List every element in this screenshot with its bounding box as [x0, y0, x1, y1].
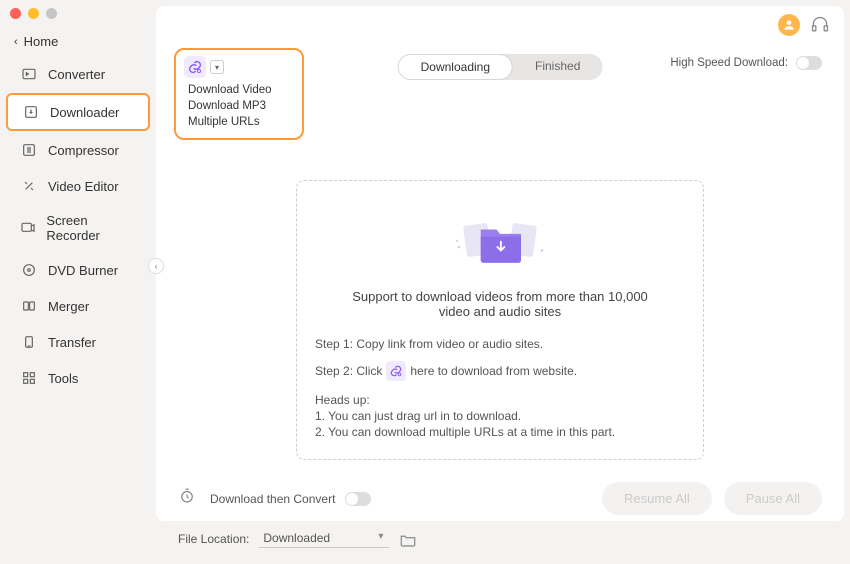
minimize-window-button[interactable]: [28, 8, 39, 19]
step-1-text: Step 1: Copy link from video or audio si…: [315, 337, 685, 351]
sidebar-item-compressor[interactable]: Compressor: [6, 133, 150, 167]
high-speed-download-row: High Speed Download:: [670, 56, 822, 70]
file-location-select[interactable]: Downloaded: [259, 529, 389, 548]
video-editor-icon: [20, 177, 38, 195]
file-location-label: File Location:: [178, 532, 249, 546]
nav-label: Merger: [48, 299, 89, 314]
hsd-label: High Speed Download:: [670, 57, 788, 69]
transfer-icon: [20, 333, 38, 351]
dtc-label: Download then Convert: [210, 492, 335, 506]
folder-illustration: [315, 205, 685, 275]
dropdown-item-download-video[interactable]: Download Video: [184, 82, 294, 98]
sidebar-item-tools[interactable]: Tools: [6, 361, 150, 395]
nav-label: Downloader: [50, 105, 119, 120]
sidebar-item-dvd-burner[interactable]: DVD Burner: [6, 253, 150, 287]
download-then-convert-row: Download then Convert: [210, 492, 371, 506]
tools-icon: [20, 369, 38, 387]
main-panel: ▾ Download Video Download MP3 Multiple U…: [156, 6, 844, 521]
nav-label: Video Editor: [48, 179, 119, 194]
nav-label: DVD Burner: [48, 263, 118, 278]
maximize-window-button[interactable]: [46, 8, 57, 19]
file-location-row: File Location: Downloaded: [178, 529, 822, 548]
step-2-row: Step 2: Click here to download from webs…: [315, 361, 685, 381]
sidebar-collapse-button[interactable]: ‹: [148, 258, 164, 274]
sidebar: ‹ Home Converter Downloader Compressor V…: [0, 0, 156, 527]
high-speed-toggle[interactable]: [796, 56, 822, 70]
dropdown-item-download-mp3[interactable]: Download MP3: [184, 98, 294, 114]
footer: Download then Convert Resume All Pause A…: [156, 470, 844, 564]
sidebar-item-video-editor[interactable]: Video Editor: [6, 169, 150, 203]
merger-icon: [20, 297, 38, 315]
download-dropdown: ▾ Download Video Download MP3 Multiple U…: [174, 48, 304, 140]
note-2: 2. You can download multiple URLs at a t…: [315, 425, 685, 439]
nav-label: Transfer: [48, 335, 96, 350]
home-label: Home: [24, 34, 59, 49]
timer-icon[interactable]: [178, 487, 196, 510]
dtc-toggle[interactable]: [345, 492, 371, 506]
support-text: Support to download videos from more tha…: [315, 289, 685, 319]
close-window-button[interactable]: [10, 8, 21, 19]
sidebar-item-downloader[interactable]: Downloader: [6, 93, 150, 131]
resume-all-button[interactable]: Resume All: [602, 482, 712, 515]
topbar: [156, 6, 844, 44]
note-1: 1. You can just drag url in to download.: [315, 409, 685, 423]
headset-icon[interactable]: [810, 15, 830, 35]
sidebar-item-converter[interactable]: Converter: [6, 57, 150, 91]
download-link-icon: [386, 361, 406, 381]
step-2-text-b: here to download from website.: [410, 364, 577, 378]
downloader-icon: [22, 103, 40, 121]
sidebar-item-merger[interactable]: Merger: [6, 289, 150, 323]
chevron-left-icon: ‹: [14, 36, 18, 48]
download-link-icon[interactable]: [184, 56, 206, 78]
nav-label: Compressor: [48, 143, 119, 158]
nav-label: Converter: [48, 67, 105, 82]
tab-downloading[interactable]: Downloading: [398, 54, 513, 80]
sidebar-item-screen-recorder[interactable]: Screen Recorder: [6, 205, 150, 251]
tab-finished[interactable]: Finished: [513, 54, 602, 80]
compressor-icon: [20, 141, 38, 159]
empty-state: Support to download videos from more tha…: [296, 180, 704, 460]
folder-open-icon[interactable]: [399, 531, 417, 547]
screen-recorder-icon: [20, 219, 36, 237]
step-2-text-a: Step 2: Click: [315, 364, 382, 378]
sidebar-item-transfer[interactable]: Transfer: [6, 325, 150, 359]
chevron-down-icon[interactable]: ▾: [210, 60, 224, 74]
home-nav[interactable]: ‹ Home: [0, 28, 156, 55]
window-controls: [10, 8, 57, 19]
nav-label: Screen Recorder: [46, 213, 136, 243]
tabs: Downloading Finished: [398, 54, 603, 80]
dvd-burner-icon: [20, 261, 38, 279]
heads-up-block: Heads up: 1. You can just drag url in to…: [315, 393, 685, 439]
heads-up-label: Heads up:: [315, 393, 685, 407]
nav-label: Tools: [48, 371, 78, 386]
dropdown-item-multiple-urls[interactable]: Multiple URLs: [184, 114, 294, 130]
pause-all-button[interactable]: Pause All: [724, 482, 822, 515]
user-avatar[interactable]: [778, 14, 800, 36]
converter-icon: [20, 65, 38, 83]
